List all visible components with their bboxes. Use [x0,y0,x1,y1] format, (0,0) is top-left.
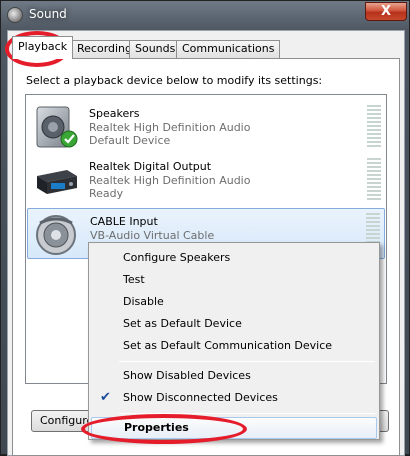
menu-separator [119,413,375,414]
tab-playback[interactable]: Playback [12,36,74,59]
menu-item-show-disconnected[interactable]: ✔ Show Disconnected Devices [91,387,377,409]
menu-item-test[interactable]: Test [91,269,377,291]
tab-sounds[interactable]: Sounds [129,40,182,58]
menu-item-disable[interactable]: Disable [91,291,377,313]
digital-output-icon [33,158,79,202]
device-name: Speakers [89,107,140,120]
device-name: Realtek Digital Output [89,160,212,173]
menu-item-set-default[interactable]: Set as Default Device [91,313,377,335]
device-driver: VB-Audio Virtual Cable [90,229,215,242]
menu-separator [119,361,375,362]
instructions-text: Select a playback device below to modify… [26,74,323,87]
window-title: Sound [29,7,67,21]
speaker-icon [33,105,79,149]
menu-item-set-default-communication[interactable]: Set as Default Communication Device [91,335,377,357]
device-driver: Realtek High Definition Audio [89,121,251,134]
menu-item-show-disabled[interactable]: Show Disabled Devices [91,365,377,387]
tab-communications[interactable]: Communications [176,40,281,58]
title-bar[interactable]: Sound X [1,1,410,29]
device-driver: Realtek High Definition Audio [89,174,251,187]
checkmark-icon: ✔ [100,390,111,405]
level-meter [367,158,381,200]
device-name: CABLE Input [90,215,158,228]
device-state: Ready [89,187,124,200]
device-state: Default Device [89,134,171,147]
tab-strip: Playback Recording Sounds Communications [8,31,406,59]
menu-item-label: Show Disconnected Devices [123,391,278,404]
sound-dialog: Sound X Playback Recording Sounds Commun… [0,0,410,456]
level-meter [367,105,381,147]
device-item-speakers[interactable]: Speakers Realtek High Definition Audio D… [27,101,385,152]
close-button[interactable]: X [365,2,407,21]
device-context-menu: Configure Speakers Test Disable Set as D… [88,242,380,440]
cable-input-icon [34,213,80,257]
menu-item-properties[interactable]: Properties [91,417,377,439]
device-item-digital-output[interactable]: Realtek Digital Output Realtek High Defi… [27,154,385,205]
tab-recording[interactable]: Recording [71,40,139,58]
menu-item-configure-speakers[interactable]: Configure Speakers [91,247,377,269]
sound-app-icon [7,7,23,23]
